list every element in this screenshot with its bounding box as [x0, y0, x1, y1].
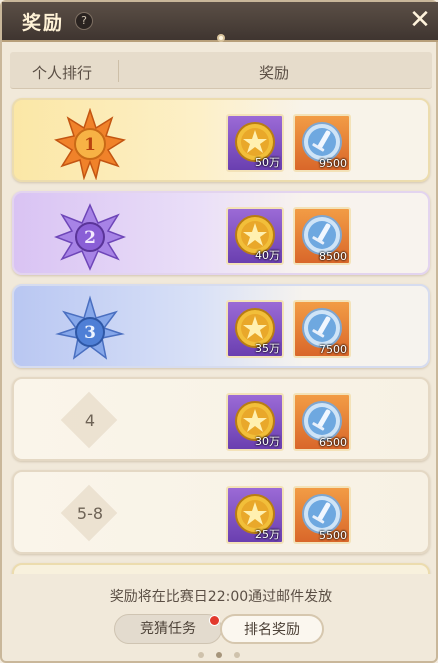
rank-label: 4: [84, 411, 96, 430]
coin-count: 40万: [255, 249, 280, 262]
mail-delivery-note: 奖励将在比赛日22:00通过邮件发放: [109, 589, 333, 605]
title-ornament-icon: [217, 34, 225, 42]
header-rank: 个人排行: [32, 64, 93, 82]
reward-panel: 奖励 ? ✕ 个人排行 奖励 1 50万 9500 2 40万 8500 3 3…: [0, 0, 438, 663]
reward-row-partial: [12, 563, 430, 574]
close-icon[interactable]: ✕: [408, 7, 432, 33]
reward-row-rank-1: 1 50万 9500: [12, 98, 430, 182]
sword-reward-item[interactable]: 7500: [293, 300, 351, 358]
help-icon[interactable]: ?: [75, 12, 93, 30]
medal-number: 2: [84, 228, 96, 248]
sword-reward-item[interactable]: 9500: [293, 114, 351, 172]
tab-rank-rewards[interactable]: 排名奖励: [220, 614, 324, 644]
blue-rank-medal-icon: 3: [55, 295, 125, 360]
coin-reward-item[interactable]: 35万: [226, 300, 284, 358]
header-reward: 奖励: [259, 64, 290, 82]
sword-count: 7500: [319, 343, 347, 356]
page-dot: [234, 652, 240, 658]
coin-count: 50万: [255, 156, 280, 169]
page-dot: [198, 652, 204, 658]
reward-row-rank-5-8: 5-8 25万 5500: [12, 470, 430, 554]
panel-title: 奖励: [22, 12, 65, 34]
reward-row-rank-2: 2 40万 8500: [12, 191, 430, 275]
coin-count: 35万: [255, 342, 280, 355]
reward-row-rank-3: 3 35万 7500: [12, 284, 430, 368]
medal-number: 3: [84, 323, 96, 343]
sword-reward-item[interactable]: 8500: [293, 207, 351, 265]
coin-reward-item[interactable]: 30万: [226, 393, 284, 451]
sword-reward-item[interactable]: 6500: [293, 393, 351, 451]
gold-rank-medal-icon: 1: [54, 108, 126, 180]
coin-reward-item[interactable]: 50万: [226, 114, 284, 172]
sword-count: 6500: [319, 436, 347, 449]
reward-list[interactable]: 1 50万 9500 2 40万 8500 3 35万 7500 4 30万 6…: [10, 94, 432, 574]
header-divider: [118, 60, 119, 82]
sword-count: 9500: [319, 157, 347, 170]
coin-reward-item[interactable]: 25万: [226, 486, 284, 544]
purple-rank-medal-icon: 2: [54, 203, 126, 271]
coin-count: 25万: [255, 528, 280, 541]
sword-count: 5500: [319, 529, 347, 542]
tab-guess-tasks[interactable]: 竞猜任务: [114, 614, 222, 644]
rank-label: 5-8: [76, 504, 104, 523]
sword-count: 8500: [319, 250, 347, 263]
page-dot-active: [216, 652, 222, 658]
coin-count: 30万: [255, 435, 280, 448]
sword-reward-item[interactable]: 5500: [293, 486, 351, 544]
reward-row-rank-4: 4 30万 6500: [12, 377, 430, 461]
notification-badge: [209, 615, 220, 626]
medal-number: 1: [84, 135, 96, 155]
coin-reward-item[interactable]: 40万: [226, 207, 284, 265]
